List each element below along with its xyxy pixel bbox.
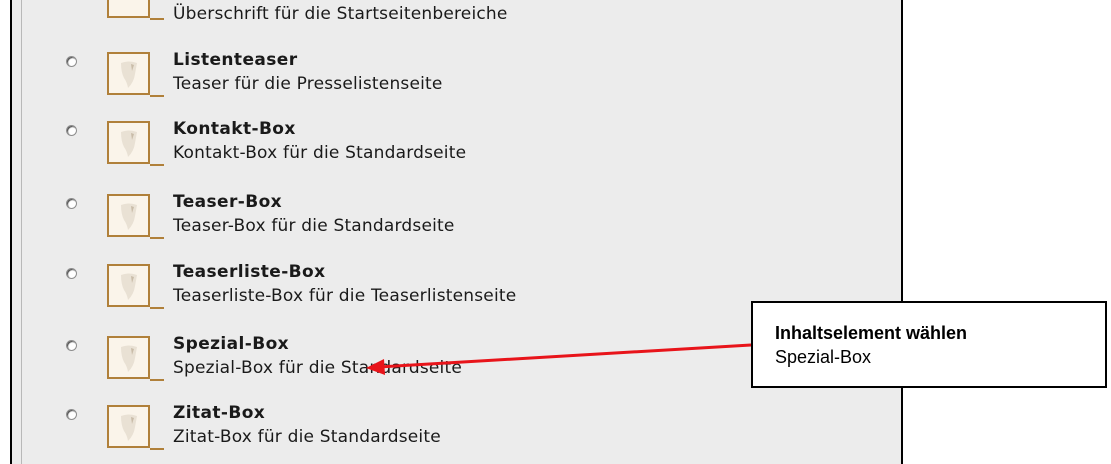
icon-bracket xyxy=(150,448,164,450)
element-description: Kontakt-Box für die Standardseite xyxy=(173,143,467,163)
content-element-icon[interactable] xyxy=(107,194,150,237)
radio-button-spezial-box[interactable] xyxy=(66,340,77,351)
element-description: Überschrift für die Startseitenbereiche xyxy=(173,4,508,24)
callout-text: Spezial-Box xyxy=(775,347,872,367)
element-description: Teaser-Box für die Standardseite xyxy=(173,216,455,236)
element-title: Spezial-Box xyxy=(173,334,290,354)
element-title: Teaserliste-Box xyxy=(173,262,326,282)
element-title: Zitat-Box xyxy=(173,403,266,423)
callout-title: Inhaltselement wählen xyxy=(775,323,968,343)
panel-divider xyxy=(21,0,22,464)
icon-bracket xyxy=(150,18,164,20)
icon-bracket xyxy=(150,307,164,309)
radio-button-listenteaser[interactable] xyxy=(66,56,77,67)
element-description: Teaserliste-Box für die Teaserlistenseit… xyxy=(173,286,517,306)
icon-bracket xyxy=(150,237,164,239)
content-element-icon[interactable] xyxy=(107,52,150,95)
element-description: Teaser für die Presselistenseite xyxy=(173,74,443,94)
radio-button-teaserliste-box[interactable] xyxy=(66,268,77,279)
content-element-icon[interactable] xyxy=(107,336,150,379)
element-title: Listenteaser xyxy=(173,50,298,70)
icon-bracket xyxy=(150,164,164,166)
screenshot: Überschrift für die Startseitenbereiche … xyxy=(0,0,1111,464)
content-element-icon[interactable] xyxy=(107,121,150,164)
content-element-icon[interactable] xyxy=(107,264,150,307)
content-element-icon xyxy=(107,0,150,18)
radio-button-teaser-box[interactable] xyxy=(66,198,77,209)
element-description: Spezial-Box für die Standardseite xyxy=(173,358,462,378)
icon-bracket xyxy=(150,95,164,97)
content-element-icon[interactable] xyxy=(107,405,150,448)
annotation-callout: Inhaltselement wählen Spezial-Box xyxy=(751,301,1107,388)
radio-button-zitat-box[interactable] xyxy=(66,409,77,420)
element-description: Zitat-Box für die Standardseite xyxy=(173,427,441,447)
radio-button-kontakt-box[interactable] xyxy=(66,125,77,136)
element-title: Teaser-Box xyxy=(173,192,283,212)
icon-bracket xyxy=(150,379,164,381)
element-title: Kontakt-Box xyxy=(173,119,296,139)
